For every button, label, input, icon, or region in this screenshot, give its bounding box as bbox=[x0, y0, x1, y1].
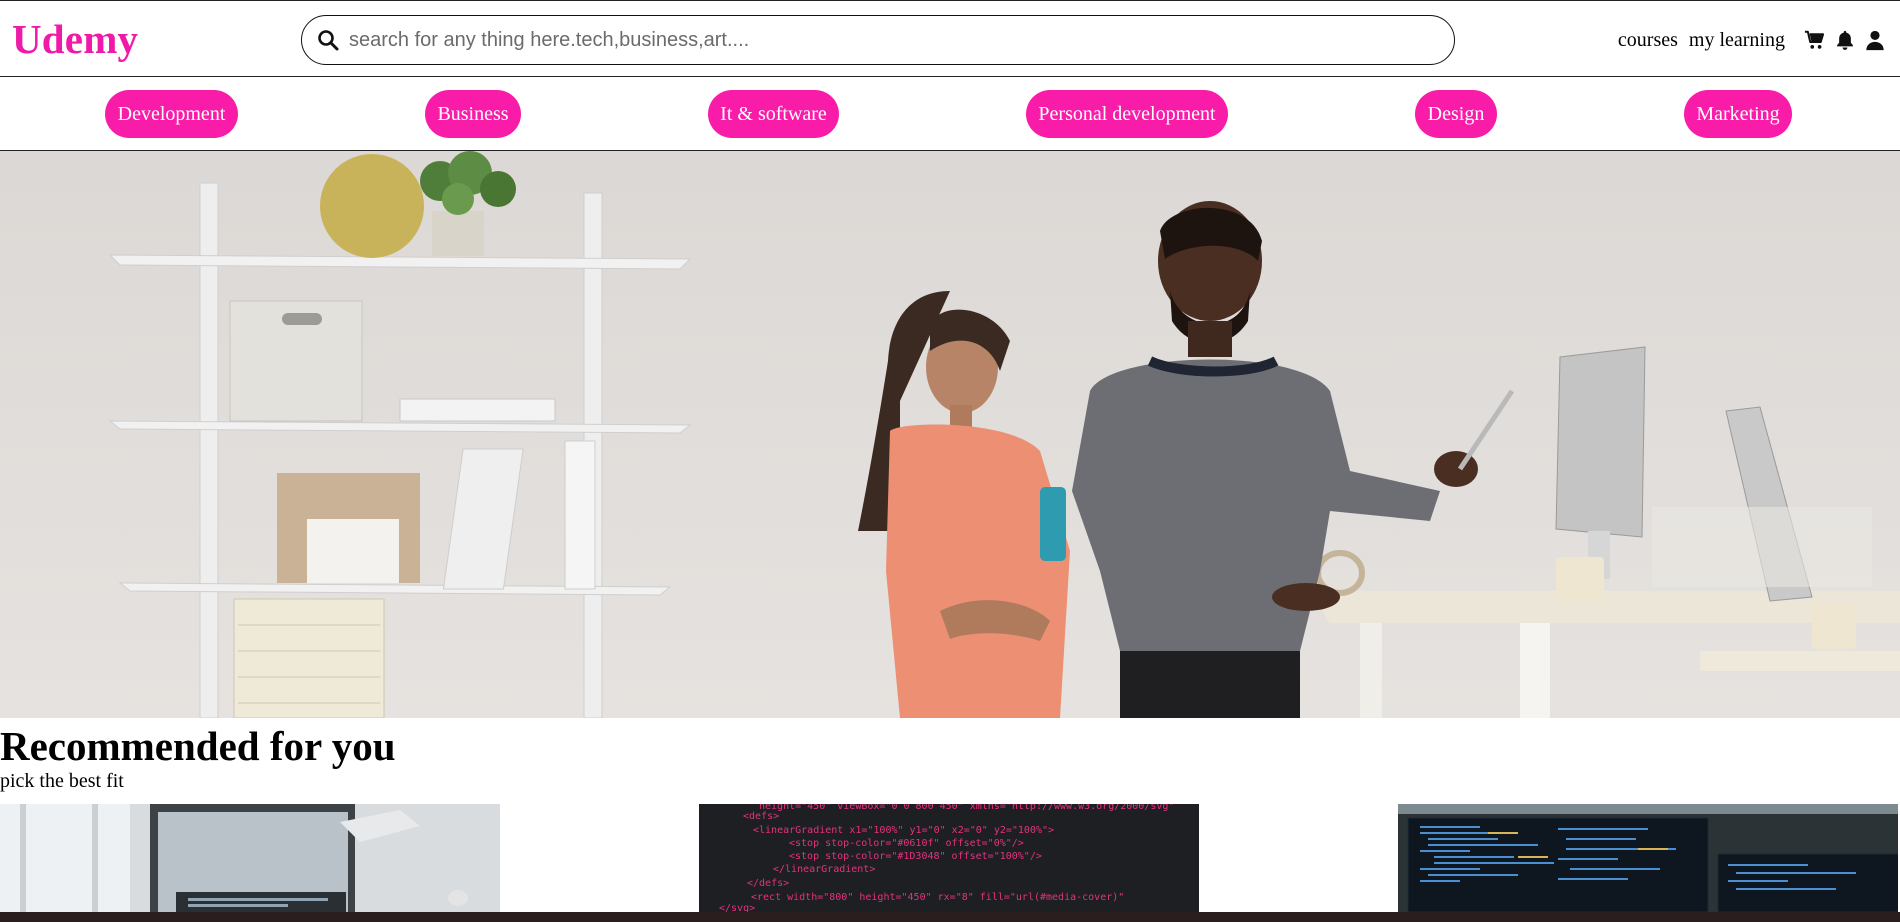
code-line-4: <stop stop-color="#1D3048" offset="100%"… bbox=[789, 851, 1042, 862]
hero-image bbox=[0, 151, 1900, 718]
recommended-heading: Recommended for you bbox=[0, 723, 396, 769]
code-line-3: <stop stop-color="#0610f" offset="0%"/> bbox=[789, 838, 1024, 849]
code-line-1: <defs> bbox=[743, 811, 779, 822]
user-icon[interactable] bbox=[1864, 29, 1886, 51]
code-line-0: height="450" viewBox="0 0 800 450" xmlns… bbox=[759, 804, 1174, 812]
top-header: Udemy courses my learning bbox=[0, 0, 1900, 77]
code-line-7: <rect width="800" height="450" rx="8" fi… bbox=[751, 892, 1124, 903]
code-line-5: </linearGradient> bbox=[773, 864, 875, 875]
category-design-button[interactable]: Design bbox=[1415, 90, 1497, 138]
my-learning-link[interactable]: my learning bbox=[1689, 29, 1785, 52]
course-card-3[interactable] bbox=[1398, 804, 1898, 912]
course-card-2[interactable]: height="450" viewBox="0 0 800 450" xmlns… bbox=[699, 804, 1199, 912]
category-bar: Development Business It & software Perso… bbox=[0, 77, 1900, 151]
cart-icon[interactable] bbox=[1804, 29, 1826, 51]
category-personal-development-button[interactable]: Personal development bbox=[1026, 90, 1228, 138]
category-business-button[interactable]: Business bbox=[425, 90, 521, 138]
category-marketing-button[interactable]: Marketing bbox=[1684, 90, 1792, 138]
category-development-button[interactable]: Development bbox=[105, 90, 238, 138]
search-input[interactable] bbox=[349, 22, 1439, 58]
code-line-6: </defs> bbox=[747, 878, 789, 889]
course-thumbnail-workspace bbox=[0, 804, 500, 912]
udemy-logo[interactable]: Udemy bbox=[12, 15, 138, 63]
code-line-8: </svg> bbox=[719, 903, 755, 912]
recommended-subtitle: pick the best fit bbox=[0, 770, 124, 792]
taskbar-edge bbox=[0, 912, 1900, 922]
header-nav: courses my learning bbox=[1618, 27, 1886, 53]
hero-banner bbox=[0, 151, 1900, 718]
courses-link[interactable]: courses bbox=[1618, 29, 1678, 52]
search-icon[interactable] bbox=[316, 28, 340, 52]
bell-icon[interactable] bbox=[1834, 29, 1856, 51]
course-thumbnail-code: height="450" viewBox="0 0 800 450" xmlns… bbox=[699, 804, 1199, 912]
category-it-software-button[interactable]: It & software bbox=[708, 90, 839, 138]
course-card-1[interactable] bbox=[0, 804, 500, 912]
search-bar[interactable] bbox=[301, 15, 1455, 65]
code-line-2: <linearGradient x1="100%" y1="0" x2="0" … bbox=[753, 825, 1054, 836]
course-thumbnail-monitors bbox=[1398, 804, 1898, 912]
